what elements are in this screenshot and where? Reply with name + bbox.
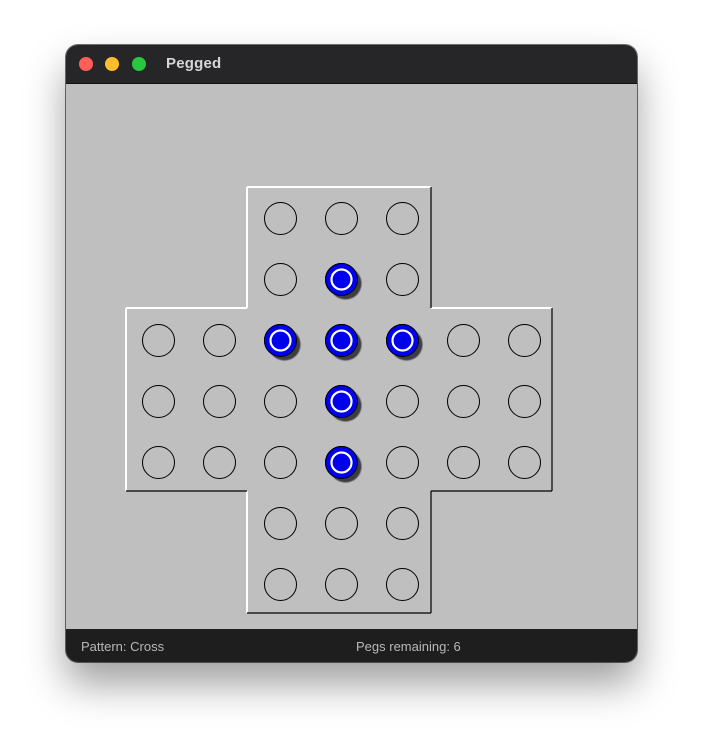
hole-r0-c2[interactable] (264, 202, 297, 235)
pattern-label: Pattern: Cross (81, 639, 165, 654)
hole-r2-c0[interactable] (142, 324, 175, 357)
close-window-button[interactable] (79, 57, 93, 71)
hole-r4-c0[interactable] (142, 446, 175, 479)
hole-r4-c4[interactable] (386, 446, 419, 479)
hole-r4-c2[interactable] (264, 446, 297, 479)
hole-r2-c6[interactable] (508, 324, 541, 357)
peg-r3-c3[interactable] (325, 385, 362, 422)
hole-r1-c2[interactable] (264, 263, 297, 296)
hole-r3-c5[interactable] (447, 385, 480, 418)
pegs-remaining-label: Pegs remaining: 6 (356, 639, 461, 654)
peg-r4-c3[interactable] (325, 446, 362, 483)
hole-r3-c1[interactable] (203, 385, 236, 418)
peg-r2-c3[interactable] (325, 324, 362, 361)
peg-board[interactable] (66, 84, 637, 629)
title-bar: Pegged (66, 45, 637, 84)
hole-r3-c4[interactable] (386, 385, 419, 418)
status-bar: Pattern: Cross Pegs remaining: 6 (66, 629, 637, 662)
hole-r2-c5[interactable] (447, 324, 480, 357)
hole-r6-c3[interactable] (325, 568, 358, 601)
hole-r5-c4[interactable] (386, 507, 419, 540)
hole-r4-c6[interactable] (508, 446, 541, 479)
hole-r0-c4[interactable] (386, 202, 419, 235)
minimize-window-button[interactable] (105, 57, 119, 71)
zoom-window-button[interactable] (132, 57, 146, 71)
hole-r3-c2[interactable] (264, 385, 297, 418)
hole-r3-c6[interactable] (508, 385, 541, 418)
peg-r1-c3[interactable] (325, 263, 362, 300)
hole-r2-c1[interactable] (203, 324, 236, 357)
hole-r0-c3[interactable] (325, 202, 358, 235)
hole-r5-c2[interactable] (264, 507, 297, 540)
hole-r6-c2[interactable] (264, 568, 297, 601)
hole-r5-c3[interactable] (325, 507, 358, 540)
pegs-layer (264, 263, 423, 483)
game-area (66, 84, 637, 629)
hole-r4-c5[interactable] (447, 446, 480, 479)
hole-r4-c1[interactable] (203, 446, 236, 479)
peg-r2-c2[interactable] (264, 324, 301, 361)
hole-r3-c0[interactable] (142, 385, 175, 418)
window-title: Pegged (166, 55, 222, 72)
app-window: Pegged Pattern: Cross Pegs remaining: 6 (66, 45, 637, 662)
hole-r1-c4[interactable] (386, 263, 419, 296)
peg-r2-c4[interactable] (386, 324, 423, 361)
hole-r6-c4[interactable] (386, 568, 419, 601)
